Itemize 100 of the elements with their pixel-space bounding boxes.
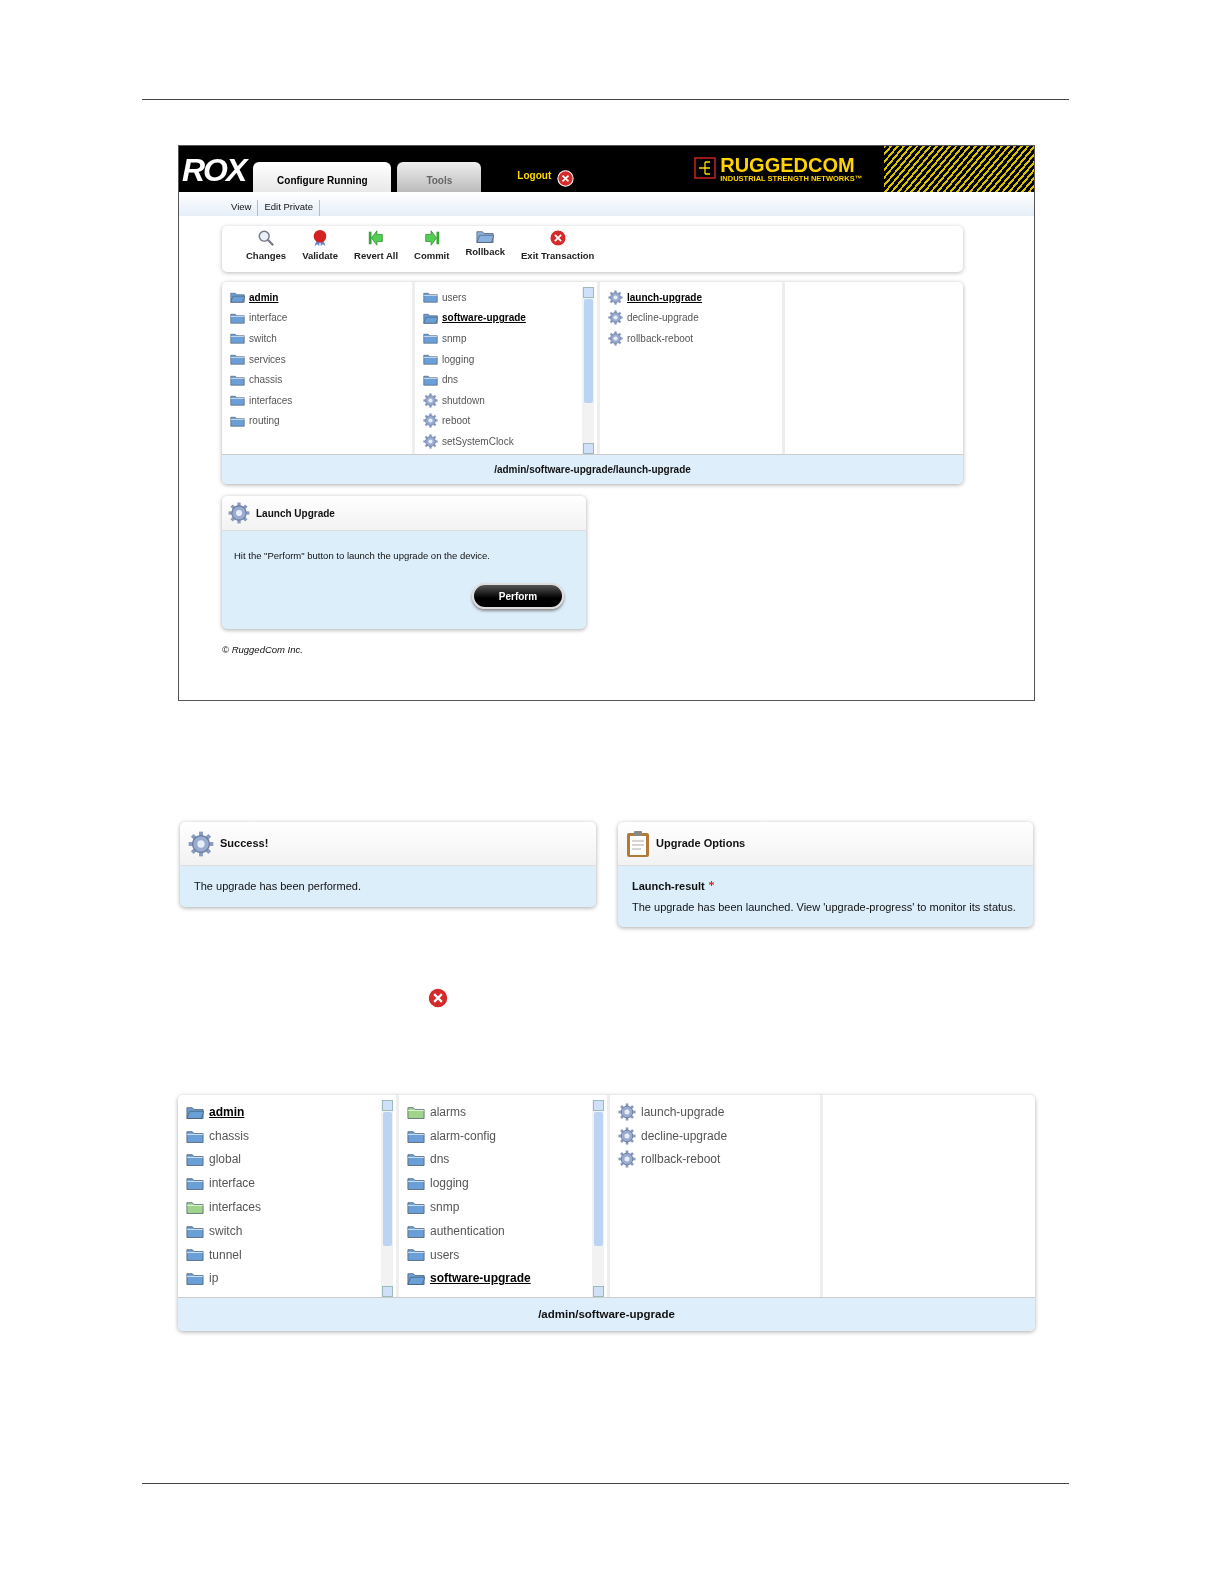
browser-item[interactable]: users <box>407 1242 592 1267</box>
folder-icon <box>407 1176 425 1191</box>
scrollbar[interactable] <box>582 287 594 454</box>
browser-item[interactable]: decline-upgrade <box>618 1123 820 1148</box>
browser-item[interactable]: snmp <box>423 328 582 349</box>
open-folder-icon <box>423 311 438 324</box>
close-icon[interactable] <box>557 170 575 187</box>
browser-item[interactable]: interface <box>230 307 412 329</box>
folder-icon <box>423 332 438 345</box>
panel-text: The upgrade has been performed. <box>194 879 362 894</box>
folder-icon <box>407 1247 425 1262</box>
path-bar: /admin/software-upgrade/launch-upgrade <box>222 454 963 484</box>
browser-item[interactable]: rollback-reboot <box>618 1147 820 1172</box>
browser-item[interactable]: rollback-reboot <box>608 328 782 349</box>
gear-icon <box>618 1102 636 1121</box>
browser-item[interactable]: authentication <box>407 1219 592 1243</box>
browser-item[interactable]: admin <box>186 1100 381 1124</box>
scrollbar[interactable] <box>592 1100 604 1297</box>
gear-icon <box>608 331 623 346</box>
clipboard-icon <box>626 829 650 858</box>
browser-item[interactable]: snmp <box>407 1195 592 1219</box>
open-folder-icon <box>407 1271 425 1286</box>
browser-item[interactable]: logging <box>407 1171 592 1196</box>
browser-item[interactable]: alarms <box>407 1100 592 1124</box>
folder-icon <box>407 1199 425 1215</box>
folder-icon <box>407 1152 425 1167</box>
open-folder-icon <box>186 1104 204 1120</box>
browser-item[interactable]: logging <box>423 348 582 370</box>
field-value: The upgrade has been launched. View 'upgrade-progress' to monitor its status. <box>632 899 1017 915</box>
tab[interactable]: Configure Running <box>253 162 392 192</box>
folder-icon <box>186 1128 204 1143</box>
browser-item[interactable]: setSystemClock <box>423 431 582 452</box>
browser-item[interactable]: dns <box>423 369 582 390</box>
browser-item[interactable]: launch-upgrade <box>608 287 782 308</box>
left-arrow-icon <box>367 229 386 247</box>
browser-item[interactable]: dns <box>407 1147 592 1172</box>
toolbar-button[interactable]: Exit Transaction <box>513 229 603 272</box>
folder-icon <box>423 291 438 304</box>
browser-item[interactable]: users <box>423 287 582 308</box>
browser-item[interactable]: reboot <box>423 410 582 432</box>
toolbar-button[interactable]: Rollback <box>457 229 514 272</box>
panel-title: Success! <box>220 836 269 852</box>
toolbar-button[interactable]: Validate <box>294 229 347 272</box>
folder-icon <box>186 1271 204 1286</box>
brand-name: RUGGEDCOM <box>720 154 855 175</box>
panel-title: Launch Upgrade <box>256 506 335 521</box>
browser-item[interactable]: interfaces <box>230 389 412 411</box>
browser-item[interactable]: services <box>230 348 412 370</box>
nav-link[interactable]: View <box>231 200 259 216</box>
folder-icon <box>407 1128 425 1143</box>
browser-item[interactable]: interface <box>186 1171 381 1196</box>
logo: ROX <box>181 154 249 190</box>
browser-item[interactable]: routing <box>230 410 412 432</box>
browser-item[interactable]: switch <box>186 1219 381 1243</box>
open-folder-icon <box>476 229 495 244</box>
gear-icon <box>618 1126 636 1145</box>
field-label: Launch-result <box>632 879 705 894</box>
toolbar-button[interactable]: Commit <box>406 229 458 272</box>
browser-item[interactable]: global <box>186 1147 381 1172</box>
panel-title: Upgrade Options <box>656 836 746 852</box>
folder-icon <box>407 1223 425 1239</box>
browser-item[interactable]: switch <box>230 328 412 349</box>
search-icon <box>257 229 276 247</box>
browser-item[interactable]: chassis <box>186 1123 381 1148</box>
close-icon <box>427 986 449 1009</box>
folder-icon <box>230 311 245 324</box>
folder-icon <box>230 353 245 366</box>
browser-item[interactable]: software-upgrade <box>407 1266 592 1291</box>
folder-icon <box>186 1223 204 1239</box>
browser-item[interactable]: alarm-config <box>407 1123 592 1148</box>
tab[interactable]: Tools <box>397 162 482 192</box>
folder-icon <box>230 332 245 345</box>
browser-item[interactable]: tunnel <box>186 1242 381 1267</box>
browser-item[interactable]: interfaces <box>186 1195 381 1219</box>
folder-icon <box>230 394 245 407</box>
gear-icon <box>618 1150 636 1169</box>
gear-icon <box>608 289 623 305</box>
panel-text: Hit the "Perform" button to launch the upgrade on the device. <box>234 549 491 563</box>
open-folder-icon <box>230 291 245 304</box>
browser-item[interactable]: chassis <box>230 369 412 390</box>
browser-item[interactable]: software-upgrade <box>423 307 582 329</box>
gear-icon <box>188 830 214 857</box>
toolbar-button[interactable]: Changes <box>238 229 295 272</box>
toolbar-button[interactable]: Revert All <box>346 229 407 272</box>
browser-item[interactable]: launch-upgrade <box>618 1100 820 1124</box>
nav-link[interactable]: Edit Private <box>264 200 320 216</box>
folder-icon <box>186 1199 204 1215</box>
gear-icon <box>423 413 438 429</box>
browser-item[interactable]: admin <box>230 287 412 308</box>
folder-icon <box>186 1247 204 1262</box>
perform-button[interactable]: Perform <box>472 583 564 610</box>
browser-item[interactable]: ip <box>186 1266 381 1291</box>
copyright-text: © RuggedCom Inc. <box>222 643 304 658</box>
gear-icon <box>423 392 438 408</box>
browser-item[interactable]: decline-upgrade <box>608 307 782 329</box>
gear-icon <box>608 310 623 326</box>
folder-icon <box>186 1152 204 1167</box>
scrollbar[interactable] <box>381 1100 393 1297</box>
browser-item[interactable]: shutdown <box>423 389 582 411</box>
logout-link[interactable]: Logout <box>517 168 552 183</box>
